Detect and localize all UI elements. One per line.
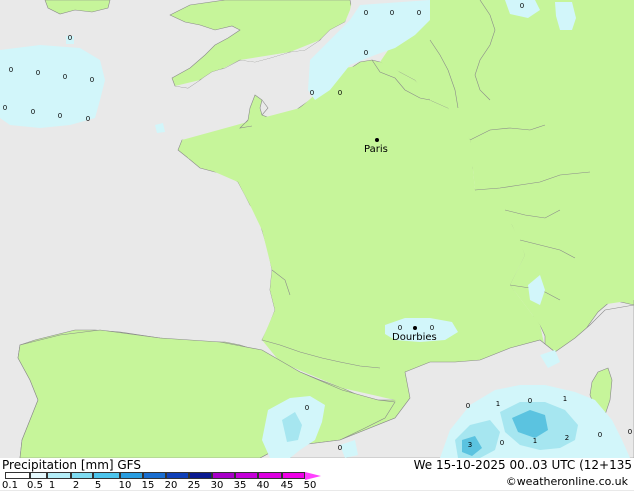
precip-value: 0 — [36, 69, 40, 77]
map-datetime: We 15-10-2025 00..03 UTC (12+135 — [413, 458, 632, 472]
precip-value: 0 — [63, 73, 67, 81]
map-title: Precipitation [mm] GFS — [2, 458, 141, 472]
scale-tick-label: 20 — [164, 480, 178, 491]
precip-value: 1 — [496, 400, 500, 408]
scale-segment — [212, 472, 235, 479]
scale-segment — [282, 472, 305, 479]
credit-link[interactable]: ©weatheronline.co.uk — [506, 475, 628, 488]
scale-tick-label: 35 — [233, 480, 247, 491]
precip-value: 3 — [468, 441, 472, 449]
city-label-dourbies: Dourbies — [392, 332, 437, 343]
scale-segment — [235, 472, 258, 479]
precipitation-map: 0 0 0 0 0 0 0 0 0 0 0 0 0 0 0 0 0 0 0 0 1 0 1 3 0 1 2 0 0 0 Paris Dou… — [0, 0, 634, 458]
precip-value: 0 — [86, 115, 90, 123]
scale-segment — [120, 472, 143, 479]
precip-value: 0 — [390, 9, 394, 17]
precip-value: 0 — [9, 66, 13, 74]
precip-value: 0 — [364, 9, 368, 17]
precip-value: 0 — [417, 9, 421, 17]
precip-value: 1 — [563, 395, 567, 403]
scale-segment — [166, 472, 189, 479]
scale-tick-label: 50 — [303, 480, 317, 491]
precip-value: 0 — [528, 397, 532, 405]
scale-segment — [5, 472, 30, 479]
scale-arrow — [305, 472, 321, 480]
precip-value: 0 — [3, 104, 7, 112]
city-dot — [413, 326, 417, 330]
footer-bar: Precipitation [mm] GFS We 15-10-2025 00.… — [0, 458, 634, 491]
city-dot — [375, 138, 379, 142]
precip-value: 0 — [628, 428, 632, 436]
precip-value: 0 — [90, 76, 94, 84]
precip-value: 2 — [565, 434, 569, 442]
precip-value: 0 — [305, 404, 309, 412]
precip-value: 0 — [520, 2, 524, 10]
precip-value: 0 — [364, 49, 368, 57]
precip-value: 0 — [338, 444, 342, 452]
scale-tick-label: 0.1 — [2, 480, 18, 491]
scale-segment — [189, 472, 212, 479]
precip-value: 0 — [58, 112, 62, 120]
scale-segment — [258, 472, 282, 479]
scale-tick-label: 15 — [141, 480, 155, 491]
scale-tick-label: 10 — [118, 480, 132, 491]
scale-tick-label: 5 — [94, 480, 102, 491]
scale-segment — [30, 472, 47, 479]
precip-value: 0 — [500, 439, 504, 447]
precip-value: 0 — [398, 324, 402, 332]
precip-value: 0 — [598, 431, 602, 439]
scale-segment — [93, 472, 120, 479]
scale-tick-label: 2 — [72, 480, 80, 491]
scale-tick-label: 30 — [210, 480, 224, 491]
precip-value: 0 — [338, 89, 342, 97]
precip-value: 1 — [533, 437, 537, 445]
precip-value: 0 — [466, 402, 470, 410]
precip-value: 0 — [31, 108, 35, 116]
scale-tick-label: 0.5 — [27, 480, 43, 491]
precip-value: 0 — [68, 34, 72, 42]
precip-value: 0 — [430, 324, 434, 332]
scale-tick-label: 1 — [48, 480, 56, 491]
scale-tick-label: 40 — [256, 480, 270, 491]
scale-segment — [71, 472, 93, 479]
scale-segment — [143, 472, 166, 479]
scale-tick-label: 25 — [187, 480, 201, 491]
scale-tick-label: 45 — [280, 480, 294, 491]
scale-segment — [47, 472, 71, 479]
city-label-paris: Paris — [364, 144, 388, 155]
precip-value: 0 — [310, 89, 314, 97]
